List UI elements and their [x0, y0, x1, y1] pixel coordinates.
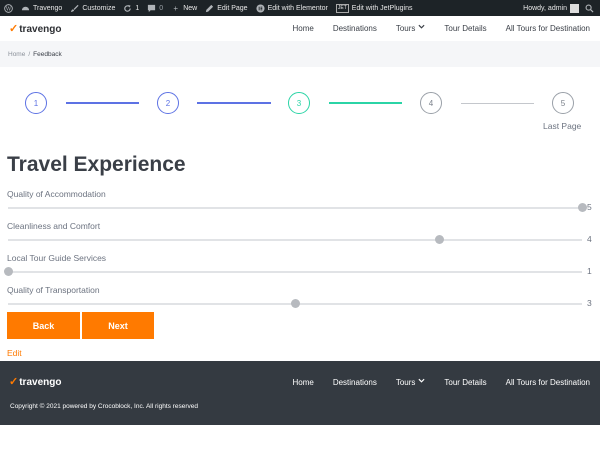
question-label: Quality of Transportation — [7, 285, 100, 295]
avatar — [570, 3, 579, 13]
slider-handle[interactable] — [434, 235, 444, 244]
breadcrumb-current: Feedback — [33, 50, 62, 58]
breadcrumb: Home / Feedback — [0, 41, 600, 67]
site-name: Travengo — [33, 4, 63, 12]
slider-handle[interactable] — [4, 267, 13, 276]
nav-all-tours[interactable]: All Tours for Destination — [506, 24, 590, 33]
checkmark-logo-icon: ✓ — [9, 376, 19, 388]
updates-link[interactable]: 1 — [123, 4, 139, 13]
footer-nav-destinations[interactable]: Destinations — [333, 378, 377, 387]
new-label: New — [183, 4, 198, 12]
step-3[interactable]: 3 — [288, 92, 310, 114]
wordpress-icon: W — [4, 3, 13, 13]
footer-nav-tours[interactable]: Tours — [396, 378, 426, 387]
jetplugins-link[interactable]: JET Edit with JetPlugins — [335, 3, 413, 13]
form-title: Travel Experience — [7, 153, 186, 176]
step-1[interactable]: 1 — [25, 92, 47, 114]
copyright-text: Copyright © 2021 powered by Crocoblock, … — [10, 403, 198, 410]
rating-value: 3 — [587, 298, 592, 308]
rating-slider[interactable] — [8, 203, 587, 212]
chevron-down-icon — [418, 24, 425, 31]
site-logo[interactable]: ✓ travengo — [9, 22, 61, 35]
comments-link[interactable]: 0 — [147, 4, 163, 13]
nav-tours-label: Tours — [395, 24, 416, 33]
slider-handle[interactable] — [291, 299, 300, 308]
edit-page-label: Edit Page — [217, 4, 248, 12]
refresh-icon — [123, 4, 132, 13]
svg-text:W: W — [6, 6, 12, 12]
jet-icon: JET — [335, 3, 349, 13]
nav-home-label: Home — [292, 24, 314, 33]
rating-value: 5 — [587, 202, 592, 212]
question-label: Local Tour Guide Services — [7, 253, 107, 263]
elementor-label: Edit with Elementor — [267, 4, 328, 12]
site-name-link[interactable]: Travengo — [21, 4, 62, 13]
breadcrumb-home[interactable]: Home — [8, 51, 25, 58]
question-label: Cleanliness and Comfort — [7, 221, 101, 231]
nav-tour-details[interactable]: Tour Details — [444, 24, 486, 33]
pencil-icon — [205, 4, 214, 13]
brush-icon — [70, 4, 79, 13]
nav-tours[interactable]: Tours — [396, 24, 426, 33]
nav-home[interactable]: Home — [292, 24, 313, 33]
elementor-icon — [256, 3, 265, 13]
next-button[interactable]: Next — [82, 312, 154, 339]
site-footer: ✓ travengo Home Destinations Tours Tour … — [0, 361, 600, 425]
edit-link[interactable]: Edit — [7, 348, 22, 358]
nav-destinations[interactable]: Destinations — [333, 24, 377, 33]
rating-slider[interactable] — [8, 299, 582, 308]
nav-all-tours-label: All Tours for Destination — [505, 24, 590, 33]
footer-nav-home[interactable]: Home — [292, 378, 313, 387]
rating-slider[interactable] — [8, 235, 582, 244]
plus-icon: + — [173, 3, 179, 13]
main-nav: Home Destinations Tours Tour Details All… — [273, 24, 590, 33]
customize-label: Customize — [82, 4, 116, 12]
customize-link[interactable]: Customize — [70, 4, 115, 13]
jetplugins-label: Edit with JetPlugins — [351, 4, 413, 12]
comment-icon — [147, 4, 156, 13]
slider-handle[interactable] — [578, 203, 587, 212]
back-button[interactable]: Back — [7, 312, 80, 339]
nav-destinations-label: Destinations — [332, 24, 377, 33]
step-connector-3 — [329, 102, 402, 104]
chevron-down-icon — [418, 378, 425, 385]
rating-value: 1 — [587, 266, 592, 276]
new-content-link[interactable]: + New — [171, 4, 197, 13]
step-connector-1 — [66, 102, 139, 104]
footer-logo[interactable]: ✓ travengo — [9, 375, 61, 388]
footer-nav-tour-details-label: Tour Details — [444, 378, 487, 387]
wp-admin-bar: W Travengo Customize 1 0 + New Edit Page — [0, 0, 600, 16]
updates-count: 1 — [135, 4, 140, 12]
nav-tour-details-label: Tour Details — [444, 24, 487, 33]
step-4[interactable]: 4 — [420, 92, 442, 114]
elementor-link[interactable]: Edit with Elementor — [256, 3, 328, 13]
footer-nav-destinations-label: Destinations — [332, 378, 377, 387]
step-5[interactable]: 5 — [552, 92, 574, 114]
search-icon[interactable] — [585, 4, 594, 13]
rating-slider[interactable] — [4, 267, 582, 276]
footer-nav: Home Destinations Tours Tour Details All… — [273, 378, 590, 387]
question-label: Quality of Accommodation — [7, 189, 106, 199]
howdy-label: Howdy, admin — [523, 4, 567, 12]
account-menu[interactable]: Howdy, admin — [523, 3, 579, 13]
breadcrumb-separator: / — [28, 50, 31, 58]
dashboard-icon — [21, 4, 30, 13]
footer-logo-text: travengo — [19, 377, 62, 388]
wordpress-logo-button[interactable]: W — [4, 3, 13, 13]
step-connector-2 — [197, 102, 271, 104]
step-connector-4 — [461, 103, 534, 104]
logo-text: travengo — [19, 24, 62, 35]
edit-page-link[interactable]: Edit Page — [205, 4, 248, 13]
step-2[interactable]: 2 — [157, 92, 179, 114]
comments-count: 0 — [159, 4, 164, 12]
checkmark-logo-icon: ✓ — [9, 23, 19, 35]
footer-nav-all-tours-label: All Tours for Destination — [505, 378, 590, 387]
site-header: ✓ travengo Home Destinations Tours Tour … — [0, 16, 600, 41]
footer-nav-tour-details[interactable]: Tour Details — [444, 378, 486, 387]
footer-nav-all-tours[interactable]: All Tours for Destination — [506, 378, 590, 387]
footer-nav-home-label: Home — [292, 378, 314, 387]
rating-value: 4 — [587, 234, 592, 244]
footer-nav-tours-label: Tours — [395, 378, 416, 387]
last-page-label: Last Page — [543, 121, 582, 131]
